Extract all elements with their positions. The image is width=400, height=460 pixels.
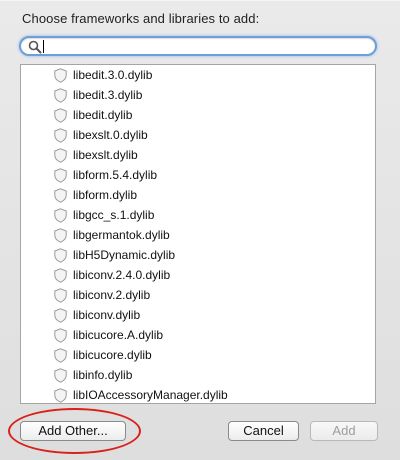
- list-item[interactable]: libicucore.A.dylib: [21, 325, 375, 345]
- list-item-label: libedit.dylib: [73, 108, 133, 122]
- list-item-label: libform.5.4.dylib: [73, 168, 158, 182]
- library-shield-icon: [54, 108, 67, 123]
- add-button[interactable]: Add: [310, 421, 378, 441]
- list-item[interactable]: libform.5.4.dylib: [21, 165, 375, 185]
- list-item-label: libexslt.dylib: [73, 148, 138, 162]
- list-item-label: libedit.3.0.dylib: [73, 68, 153, 82]
- search-input[interactable]: [45, 39, 365, 53]
- list-item[interactable]: libform.dylib: [21, 185, 375, 205]
- library-shield-icon: [54, 348, 67, 363]
- list-item[interactable]: libiconv.dylib: [21, 305, 375, 325]
- library-list-content: libedit.3.0.dylib libedit.3.dylib libedit.…: [21, 65, 375, 403]
- library-shield-icon: [54, 228, 67, 243]
- list-item-label: libicucore.dylib: [73, 348, 152, 362]
- list-item[interactable]: libexslt.dylib: [21, 145, 375, 165]
- library-shield-icon: [54, 88, 67, 103]
- list-item-label: libH5Dynamic.dylib: [73, 248, 176, 262]
- library-shield-icon: [54, 168, 67, 183]
- library-shield-icon: [54, 188, 67, 203]
- library-shield-icon: [54, 288, 67, 303]
- list-item-label: libexslt.0.dylib: [73, 128, 148, 142]
- dialog-prompt: Choose frameworks and libraries to add:: [22, 11, 260, 26]
- library-shield-icon: [54, 308, 67, 323]
- list-item-label: libiconv.2.dylib: [73, 288, 151, 302]
- list-item[interactable]: libiconv.2.4.0.dylib: [21, 265, 375, 285]
- list-item-label: libgermantok.dylib: [73, 228, 170, 242]
- list-item-label: libgcc_s.1.dylib: [73, 208, 155, 222]
- search-icon: [28, 40, 42, 54]
- list-item[interactable]: libedit.3.0.dylib: [21, 65, 375, 85]
- list-item[interactable]: libgermantok.dylib: [21, 225, 375, 245]
- add-frameworks-sheet: Choose frameworks and libraries to add: …: [0, 0, 400, 460]
- list-item[interactable]: libH5Dynamic.dylib: [21, 245, 375, 265]
- list-item-label: libicucore.A.dylib: [73, 328, 164, 342]
- library-list[interactable]: libedit.3.0.dylib libedit.3.dylib libedit.…: [20, 64, 376, 404]
- list-item[interactable]: libiconv.2.dylib: [21, 285, 375, 305]
- list-item[interactable]: libinfo.dylib: [21, 365, 375, 385]
- list-item[interactable]: libgcc_s.1.dylib: [21, 205, 375, 225]
- library-shield-icon: [54, 368, 67, 383]
- list-item-label: libIOAccessoryManager.dylib: [73, 388, 228, 402]
- library-shield-icon: [54, 128, 67, 143]
- list-item[interactable]: libIOAccessoryManager.dylib: [21, 385, 375, 403]
- search-field[interactable]: [19, 36, 377, 56]
- library-shield-icon: [54, 248, 67, 263]
- list-item[interactable]: libedit.dylib: [21, 105, 375, 125]
- library-shield-icon: [54, 68, 67, 83]
- text-cursor: [43, 40, 44, 53]
- list-item-label: libform.dylib: [73, 188, 138, 202]
- library-shield-icon: [54, 388, 67, 403]
- library-shield-icon: [54, 268, 67, 283]
- list-item-label: libedit.3.dylib: [73, 88, 143, 102]
- cancel-button[interactable]: Cancel: [228, 421, 299, 441]
- library-shield-icon: [54, 208, 67, 223]
- library-shield-icon: [54, 148, 67, 163]
- library-shield-icon: [54, 328, 67, 343]
- list-item[interactable]: libexslt.0.dylib: [21, 125, 375, 145]
- list-item-label: libiconv.2.4.0.dylib: [73, 268, 171, 282]
- list-item[interactable]: libedit.3.dylib: [21, 85, 375, 105]
- list-item-label: libinfo.dylib: [73, 368, 133, 382]
- add-other-button[interactable]: Add Other...: [20, 421, 126, 441]
- list-item[interactable]: libicucore.dylib: [21, 345, 375, 365]
- list-item-label: libiconv.dylib: [73, 308, 141, 322]
